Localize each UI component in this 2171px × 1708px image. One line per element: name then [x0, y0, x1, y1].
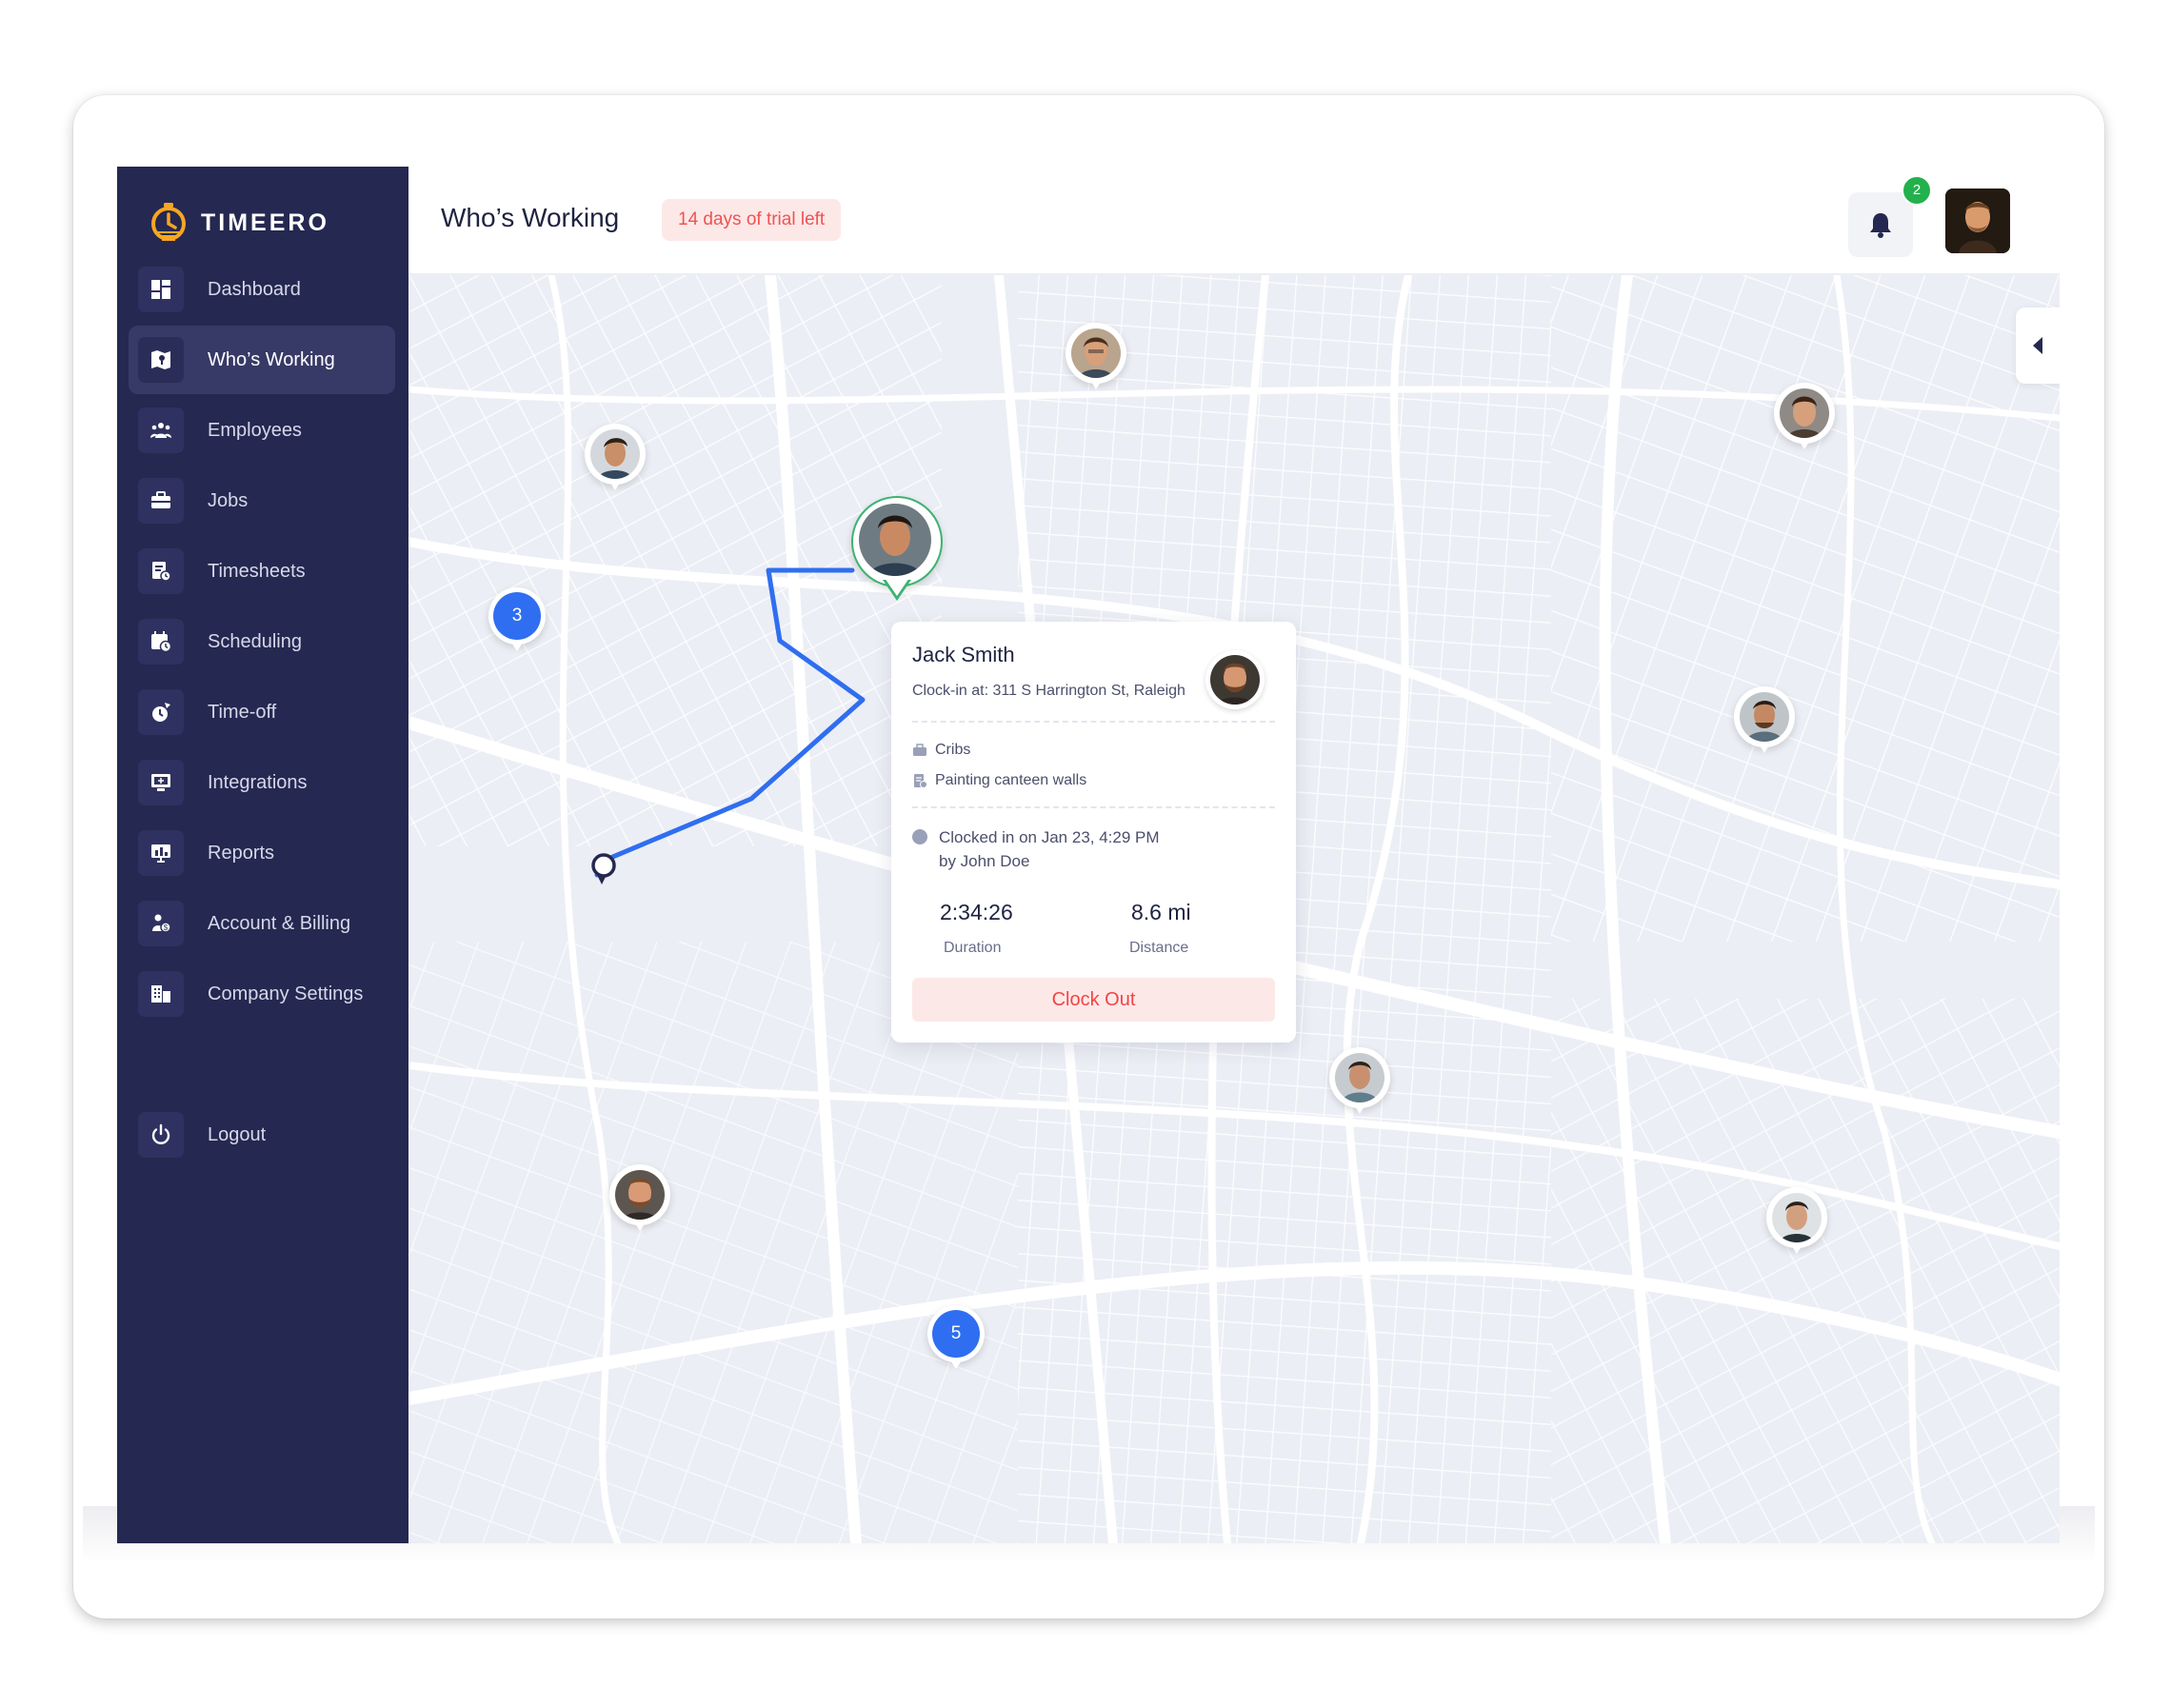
app-window: TIMEERO Dashboard Who’s Working Employee… [117, 167, 2060, 1543]
trial-badge[interactable]: 14 days of trial left [662, 199, 842, 241]
job-row: Cribs [912, 742, 970, 759]
employee-pin[interactable] [1774, 383, 1835, 461]
sidebar-item-timesheets[interactable]: Timesheets [129, 537, 395, 606]
team-icon [138, 407, 184, 453]
employee-avatar [1740, 692, 1789, 742]
cluster-marker[interactable]: 5 [927, 1305, 985, 1380]
user-avatar[interactable] [1945, 189, 2010, 253]
brand-name: TIMEERO [201, 209, 329, 236]
distance-value: 8.6 mi [1131, 900, 1191, 924]
sidebar-item-label: Jobs [208, 489, 249, 511]
calendar-clock-icon [138, 619, 184, 665]
sidebar-item-integrations[interactable]: Integrations [129, 748, 395, 817]
sidebar-item-label: Dashboard [208, 278, 301, 300]
timesheet-icon [138, 548, 184, 594]
sidebar-item-label: Scheduling [208, 630, 302, 652]
map-view[interactable]: 3 5 Jack Smith Clock-in at: 311 S Harrin… [408, 275, 2060, 1543]
sidebar-item-account-billing[interactable]: $ Account & Billing [129, 889, 395, 958]
cluster-count: 5 [932, 1310, 980, 1358]
sidebar-item-label: Integrations [208, 771, 308, 793]
employee-pin[interactable] [609, 1164, 670, 1242]
brand: TIMEERO [149, 199, 329, 247]
notifications-button[interactable] [1848, 192, 1913, 257]
dashboard-icon [138, 267, 184, 312]
employee-pin[interactable] [1066, 323, 1126, 401]
employee-name: Jack Smith [912, 643, 1015, 666]
sidebar-item-scheduling[interactable]: Scheduling [129, 607, 395, 676]
employee-avatar [590, 429, 640, 479]
employee-pin[interactable] [1766, 1187, 1827, 1265]
clock-in-address: Clock-in at: 311 S Harrington St, Raleig… [912, 683, 1185, 699]
task-icon [914, 774, 927, 788]
power-icon [138, 1112, 184, 1158]
page-title: Who’s Working [441, 203, 620, 232]
sidebar-item-company-settings[interactable]: Company Settings [129, 960, 395, 1028]
employee-avatar [1335, 1053, 1384, 1102]
time-off-icon [138, 689, 184, 735]
caret-left-icon [2033, 337, 2042, 354]
sidebar-item-time-off[interactable]: Time-off [129, 678, 395, 746]
briefcase-icon [913, 744, 926, 756]
building-icon [138, 971, 184, 1017]
svg-text:$: $ [164, 924, 169, 932]
employee-avatar [1210, 655, 1260, 705]
sidebar-item-label: Company Settings [208, 983, 364, 1004]
sidebar-item-label: Employees [208, 419, 302, 441]
top-header: Who’s Working 14 days of trial left 2 [408, 167, 2060, 275]
card-divider [912, 721, 1275, 723]
briefcase-icon [138, 478, 184, 524]
employee-pin[interactable] [1734, 686, 1795, 765]
employee-avatar [1780, 388, 1829, 438]
clocked-in-by: by John Doe [939, 852, 1030, 870]
job-name: Cribs [935, 742, 971, 758]
card-avatar [1205, 650, 1265, 709]
sidebar-item-reports[interactable]: Reports [129, 819, 395, 887]
sidebar-item-employees[interactable]: Employees [129, 396, 395, 465]
sidebar-item-label: Time-off [208, 701, 277, 723]
device-frame: TIMEERO Dashboard Who’s Working Employee… [73, 95, 2104, 1619]
clock-icon [912, 829, 927, 844]
employee-pin[interactable] [585, 424, 646, 502]
clocked-in-info: Clocked in on Jan 23, 4:29 PM by John Do… [939, 825, 1160, 873]
integrations-icon [138, 760, 184, 805]
employee-avatar [1772, 1193, 1822, 1242]
cluster-count: 3 [493, 592, 541, 640]
logout-button[interactable]: Logout [129, 1101, 395, 1169]
card-divider [912, 806, 1275, 808]
selected-employee-pin[interactable] [851, 496, 943, 608]
collapse-panel-button[interactable] [2016, 308, 2060, 384]
sidebar-item-label: Reports [208, 842, 275, 864]
sidebar-item-label: Account & Billing [208, 912, 351, 934]
timeero-logo-icon [151, 203, 186, 241]
clocked-in-time: Clocked in on Jan 23, 4:29 PM [939, 828, 1160, 846]
notification-count-badge: 2 [1902, 175, 1932, 206]
task-row: Painting canteen walls [912, 772, 1086, 789]
sidebar-item-whos-working[interactable]: Who’s Working [129, 326, 395, 394]
sidebar: TIMEERO Dashboard Who’s Working Employee… [117, 167, 408, 1543]
sidebar-item-label: Who’s Working [208, 348, 335, 370]
sidebar-item-label: Timesheets [208, 560, 306, 582]
duration-label: Duration [944, 940, 1002, 956]
employee-pin[interactable] [1329, 1047, 1390, 1125]
distance-label: Distance [1129, 940, 1189, 956]
bell-icon [1870, 213, 1891, 238]
sidebar-item-jobs[interactable]: Jobs [129, 467, 395, 535]
clock-out-button[interactable]: Clock Out [912, 978, 1275, 1022]
reports-icon [138, 830, 184, 876]
employee-avatar [615, 1170, 665, 1220]
employee-info-card: Jack Smith Clock-in at: 311 S Harrington… [891, 622, 1296, 1043]
billing-icon: $ [138, 901, 184, 946]
user-avatar-image [1945, 189, 2010, 253]
employee-avatar [1071, 328, 1121, 378]
employee-avatar [859, 504, 931, 576]
sidebar-item-dashboard[interactable]: Dashboard [129, 255, 395, 324]
cluster-marker[interactable]: 3 [488, 587, 546, 662]
logout-label: Logout [208, 1123, 267, 1145]
duration-value: 2:34:26 [940, 900, 1013, 924]
map-icon [138, 337, 184, 383]
task-name: Painting canteen walls [935, 772, 1087, 788]
